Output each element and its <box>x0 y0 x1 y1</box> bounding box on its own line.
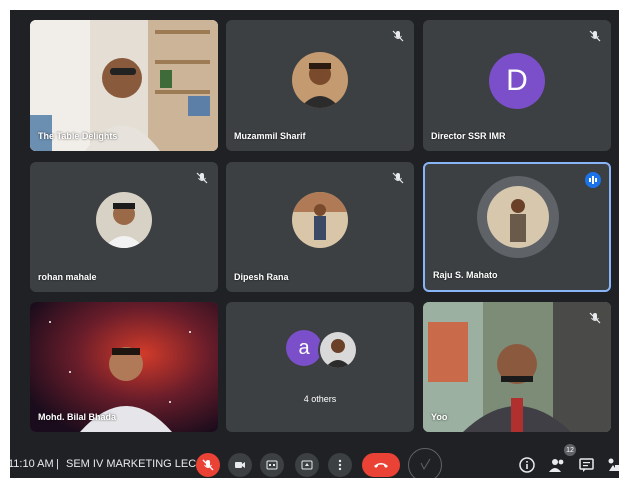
separator: | <box>56 458 59 470</box>
more-icon <box>338 459 342 471</box>
captions-button[interactable] <box>260 453 284 477</box>
participant-tile[interactable]: D Director SSR IMR <box>423 20 611 151</box>
more-options-button[interactable] <box>328 453 352 477</box>
letter-avatar: D <box>489 53 545 109</box>
activities-icon[interactable] <box>606 456 619 474</box>
participant-avatar <box>292 192 348 248</box>
participant-tile[interactable]: The Table Delights <box>30 20 218 151</box>
mic-toggle-button[interactable] <box>196 453 220 477</box>
participant-name: Raju S. Mahato <box>433 270 498 280</box>
participant-avatar <box>96 192 152 248</box>
captions-icon <box>266 460 278 470</box>
leave-call-button[interactable] <box>362 453 400 477</box>
others-count: 4 others <box>303 394 337 404</box>
participant-tile[interactable]: Muzammil Sharif <box>226 20 414 151</box>
participant-name: Mohd. Bilal Bhada <box>38 412 117 422</box>
participant-name: Yoo <box>431 412 448 422</box>
people-icon[interactable] <box>548 456 566 474</box>
mic-off-icon <box>589 30 601 42</box>
control-bar: 11:10 AM | SEM IV MARKETING LEC... 12 <box>10 444 619 478</box>
speaking-indicator-icon <box>585 172 601 188</box>
meeting-stage: The Table Delights Muzammil Sharif D Dir… <box>10 10 619 478</box>
participant-name: Dipesh Rana <box>234 272 289 282</box>
faded-overlay-circle <box>408 448 442 478</box>
participant-avatar <box>292 52 348 108</box>
camera-toggle-button[interactable] <box>228 453 252 477</box>
mic-off-icon <box>392 172 404 184</box>
mic-off-icon <box>589 312 601 324</box>
mic-off-icon <box>196 172 208 184</box>
participant-name: The Table Delights <box>38 131 118 141</box>
meeting-title: SEM IV MARKETING LEC... <box>66 458 206 470</box>
participant-avatar <box>487 186 549 248</box>
present-button[interactable] <box>295 453 319 477</box>
mic-off-icon <box>392 30 404 42</box>
mic-off-icon <box>202 459 214 471</box>
participant-tile[interactable]: rohan mahale <box>30 162 218 292</box>
participant-name: rohan mahale <box>38 272 97 282</box>
call-end-icon <box>374 463 388 468</box>
participant-tile-active[interactable]: Raju S. Mahato <box>423 162 611 292</box>
present-icon <box>301 460 313 470</box>
video-feed <box>423 302 611 432</box>
videocam-icon <box>235 462 245 468</box>
info-icon[interactable] <box>518 456 536 474</box>
participant-group-tile[interactable]: a 4 others <box>226 302 414 432</box>
chat-icon[interactable] <box>578 456 596 474</box>
participant-name: Director SSR IMR <box>431 131 506 141</box>
participant-tile[interactable]: Yoo <box>423 302 611 432</box>
participant-name: Muzammil Sharif <box>234 131 306 141</box>
letter-avatar: a <box>286 330 322 366</box>
meeting-time: 11:10 AM <box>10 458 54 470</box>
participant-tile[interactable]: Mohd. Bilal Bhada <box>30 302 218 432</box>
participant-avatar <box>318 330 358 370</box>
participant-tile[interactable]: Dipesh Rana <box>226 162 414 292</box>
people-count-badge: 12 <box>564 444 576 456</box>
